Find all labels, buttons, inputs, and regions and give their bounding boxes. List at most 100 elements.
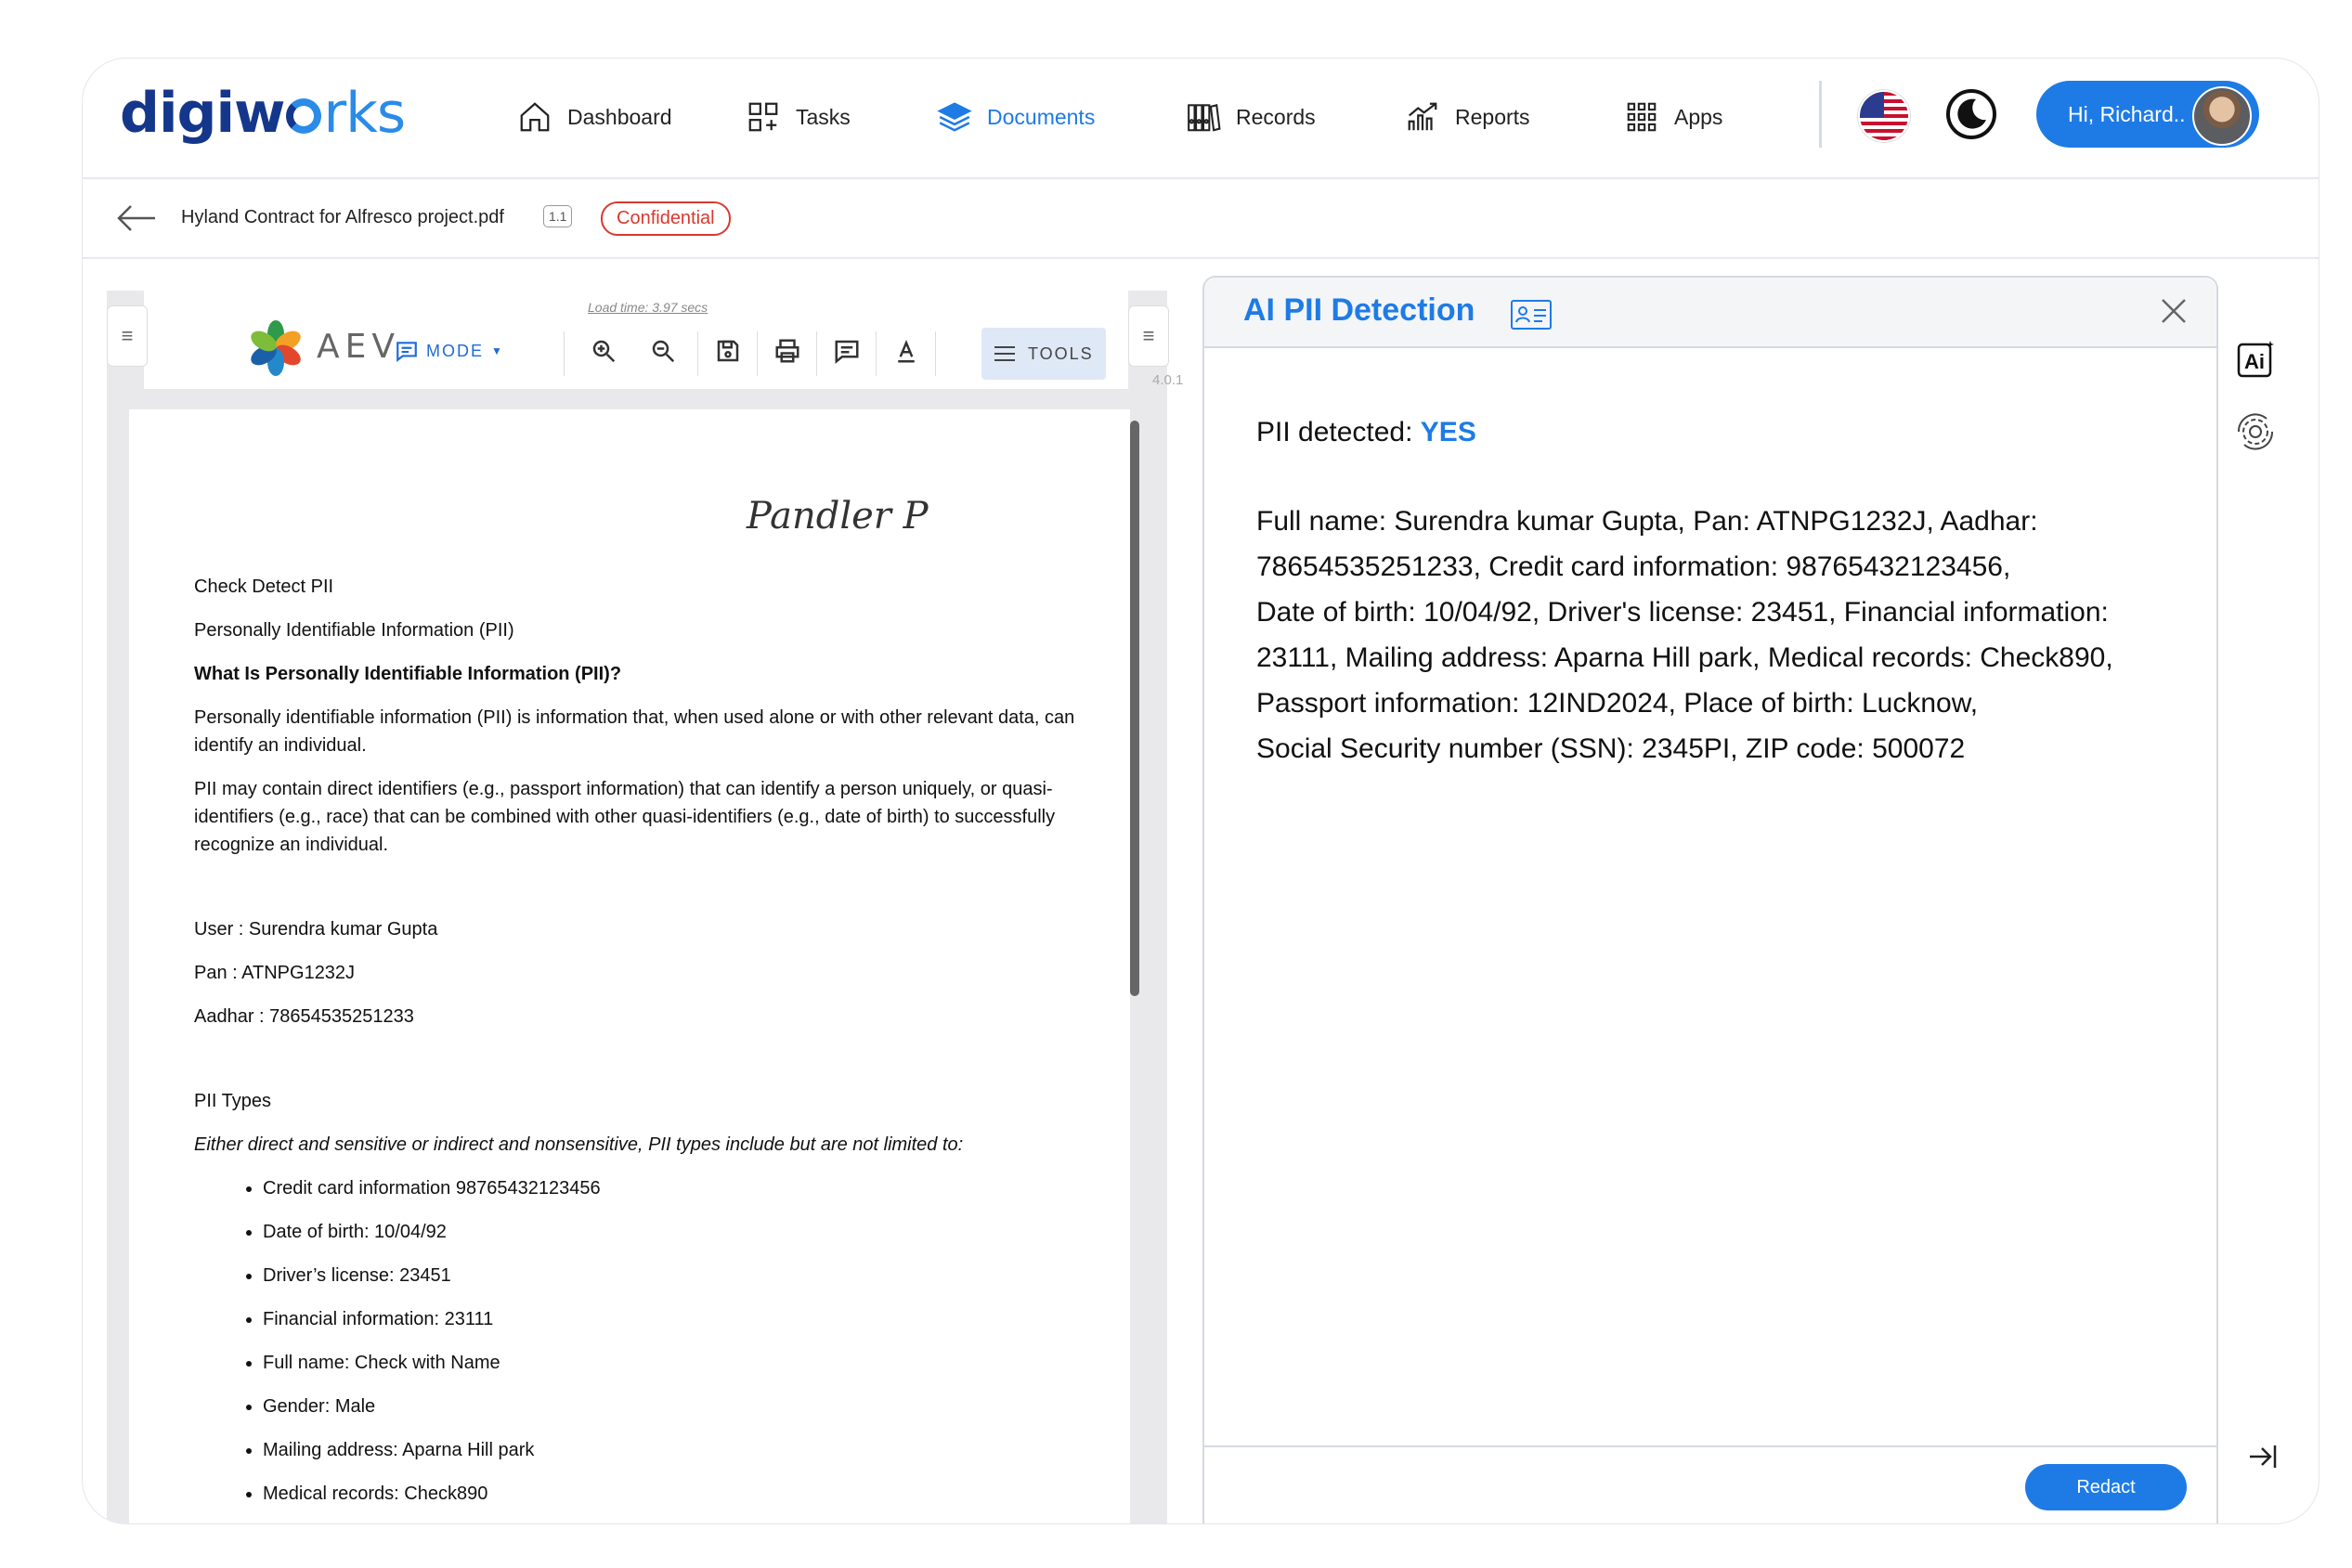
nav-divider [1819,81,1822,148]
chart-growth-icon [1408,102,1437,131]
mode-dropdown[interactable]: MODE ▼ [395,339,504,363]
panel-header: AI PII Detection [1204,278,2216,348]
mode-label: MODE [426,341,484,360]
viewer-toolbar: AEV Load time: 3.97 secs MODE ▼ TOOLS 4.… [144,291,1183,389]
doc-user: User : Surendra kumar Gupta [194,919,438,940]
nav-records-label: Records [1236,104,1316,129]
list-item: Financial information: 23111 [263,1305,1085,1333]
list-item: Date of birth: 10/04/92 [263,1218,1085,1246]
left-sidebar-toggle[interactable]: ≡ [107,305,148,367]
list-item: Gender: Male [263,1393,1085,1420]
logo-o-icon [286,98,322,134]
nav-documents[interactable]: Documents [937,94,1095,140]
doc-paragraph: PII may contain direct identifiers (e.g.… [194,779,1056,855]
load-time: Load time: 3.97 secs [588,300,708,315]
doc-paragraph: Personally identifiable information (PII… [194,707,1075,756]
nav-apps[interactable]: Apps [1624,94,1722,140]
pii-detected-label: PII detected: [1256,417,1413,447]
nav-apps-label: Apps [1674,104,1723,129]
doc-heading: What Is Personally Identifiable Informat… [194,664,622,684]
ai-icon-text: Ai [2244,350,2265,373]
nav-tasks-label: Tasks [796,104,851,129]
toolbar-separator [816,331,817,376]
nav-reports[interactable]: Reports [1405,94,1530,140]
caret-down-icon: ▼ [491,344,504,357]
list-icon: ≡ [1142,324,1155,347]
pii-detected-status: PII detected: YES [1256,417,1476,448]
toolbar-separator [697,331,698,376]
doc-line: Check Detect PII [194,577,334,597]
list-item: Mailing address: Aparna Hill park [263,1436,1085,1464]
list-item: Full name: Check with Name [263,1349,1085,1377]
user-greeting: Hi, Richard.. [2068,101,2186,126]
nav-dashboard-label: Dashboard [567,104,672,129]
collapse-panel-icon[interactable] [2246,1440,2280,1473]
handwritten-signature: Pandler P [747,495,929,538]
document-filename: Hyland Contract for Alfresco project.pdf [181,207,504,227]
doc-types-intro: Either direct and sensitive or indirect … [194,1134,964,1155]
list-item: Driver’s license: 23451 [263,1262,1085,1289]
dark-mode-toggle-icon[interactable] [1945,88,1997,140]
print-icon[interactable] [773,337,801,365]
aev-flower-logo-icon [251,320,301,376]
save-icon[interactable] [714,337,742,365]
pii-findings-line: Passport information: 12IND2024, Place o… [1256,688,1979,719]
us-flag-icon[interactable] [1858,90,1910,142]
pii-findings-line: Date of birth: 10/04/92, Driver's licens… [1256,597,2109,628]
avatar [2192,86,2252,146]
app-window: digiw rks Dashboard Tasks Documents Recor… [82,58,2320,1524]
list-item: Medical records: Check890 [263,1480,1085,1508]
apps-grid-icon [1627,102,1657,132]
panel-footer-divider [1204,1445,2216,1447]
toolbar-separator [757,331,758,376]
pii-types-list: Credit card information 98765432123456 D… [194,1174,1085,1508]
redact-button[interactable]: Redact [2025,1464,2187,1510]
settings-gear-icon[interactable] [2233,409,2278,454]
viewer-scrollbar[interactable] [1130,421,1139,996]
nav-reports-label: Reports [1455,104,1530,129]
nav-records[interactable]: Records [1186,94,1316,140]
pii-findings-line: 78654535251233, Credit card information:… [1256,551,2011,582]
nav-dashboard[interactable]: Dashboard [517,94,672,140]
id-card-icon [1511,300,1552,330]
viewer-version: 4.0.1 [1152,372,1184,388]
nav-tasks[interactable]: Tasks [746,94,851,140]
pdf-page[interactable]: Pandler P Check Detect PII Personally Id… [129,409,1130,1523]
tasks-grid-icon [748,102,778,132]
doc-line: Personally Identifiable Information (PII… [194,620,514,641]
text-annotation-icon[interactable] [892,337,920,365]
comment-icon[interactable] [833,337,861,365]
doc-types-title: PII Types [194,1091,272,1111]
confidential-badge: Confidential [601,201,731,236]
right-sidebar-toggle[interactable]: ≡ [1128,305,1169,367]
hamburger-icon [994,346,1015,361]
doc-pan: Pan : ATNPG1232J [194,963,356,983]
pii-findings-line: 23111, Mailing address: Aparna Hill park… [1256,642,2113,673]
aev-brand-text: AEV [317,328,400,366]
document-viewer: AEV Load time: 3.97 secs MODE ▼ TOOLS 4.… [107,291,1183,1523]
top-navigation-bar: digiw rks Dashboard Tasks Documents Recor… [83,58,2319,179]
nav-documents-label: Documents [987,104,1096,129]
logo-suffix: rks [323,81,406,146]
back-arrow-icon[interactable] [116,201,157,235]
document-content: Check Detect PII Personally Identifiable… [194,573,1085,1523]
tools-button[interactable]: TOOLS [981,328,1106,380]
list-icon: ≡ [121,324,134,347]
document-breadcrumb: Hyland Contract for Alfresco project.pdf… [83,179,2319,259]
toolbar-separator [935,331,936,376]
digiworks-logo[interactable]: digiw rks [120,81,406,146]
comment-mode-icon [396,342,417,363]
version-badge: 1.1 [543,205,573,227]
pii-findings-line: Full name: Surendra kumar Gupta, Pan: AT… [1256,506,2038,537]
home-icon [520,102,550,132]
zoom-in-icon[interactable] [590,337,617,365]
toolbar-separator [564,331,565,376]
close-icon[interactable] [2157,294,2190,328]
user-menu-button[interactable]: Hi, Richard.. [2036,81,2259,148]
binders-icon [1188,104,1221,132]
ai-assistant-icon[interactable]: Ai [2233,337,2278,382]
pii-findings: Full name: Surendra kumar Gupta, Pan: AT… [1256,499,2185,771]
layers-icon [937,102,972,132]
zoom-out-icon[interactable] [649,337,677,365]
panel-title: AI PII Detection [1243,292,1475,328]
